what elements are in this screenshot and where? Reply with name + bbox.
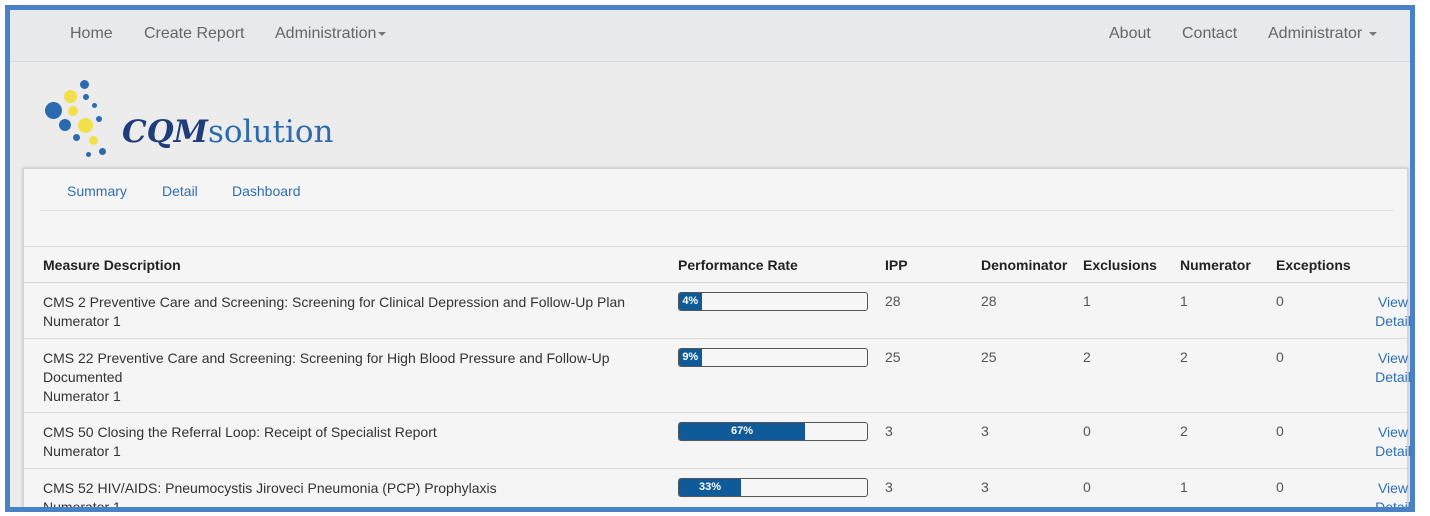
view-detail-link[interactable]: View Detail — [1373, 479, 1411, 512]
performance-rate-label: 9% — [682, 351, 699, 363]
view-label: View — [1377, 350, 1409, 366]
header-denominator: Denominator — [981, 257, 1068, 273]
view-label: View — [1377, 294, 1409, 310]
performance-rate-bar: 33% — [678, 478, 868, 497]
numerator-label: Numerator 1 — [43, 388, 121, 404]
performance-rate-label: 33% — [699, 481, 722, 493]
nav-about[interactable]: About — [1109, 25, 1151, 43]
exceptions-value: 0 — [1276, 349, 1284, 365]
chevron-down-icon — [378, 31, 387, 36]
performance-rate-label: 67% — [730, 425, 753, 437]
numerator-label: Numerator 1 — [43, 443, 121, 459]
table-row: CMS 2 Preventive Care and Screening: Scr… — [24, 283, 1410, 339]
numerator-label: Numerator 1 — [43, 499, 121, 512]
detail-label: Detail — [1375, 369, 1411, 385]
table-row: CMS 52 HIV/AIDS: Pneumocystis Jiroveci P… — [24, 469, 1410, 512]
numerator-value: 1 — [1180, 479, 1188, 495]
ipp-value: 3 — [885, 479, 893, 495]
detail-label: Detail — [1375, 499, 1411, 512]
header-exclusions: Exclusions — [1083, 257, 1157, 273]
view-detail-link[interactable]: View Detail — [1373, 423, 1411, 461]
header-exceptions: Exceptions — [1276, 257, 1351, 273]
exceptions-value: 0 — [1276, 293, 1284, 309]
header-ipp: IPP — [885, 257, 908, 273]
measure-description: CMS 50 Closing the Referral Loop: Receip… — [43, 423, 653, 461]
denominator-value: 3 — [981, 423, 989, 439]
measure-description: CMS 2 Preventive Care and Screening: Scr… — [43, 293, 653, 331]
tab-detail[interactable]: Detail — [162, 183, 198, 199]
ipp-value: 25 — [885, 349, 901, 365]
report-tabs: Summary Detail Dashboard — [24, 169, 1407, 211]
tab-dashboard[interactable]: Dashboard — [232, 183, 301, 199]
logo-cqm: CQM — [122, 114, 208, 150]
numerator-value: 2 — [1180, 423, 1188, 439]
nav-administration-label: Administration — [275, 25, 377, 42]
measure-description: CMS 52 HIV/AIDS: Pneumocystis Jiroveci P… — [43, 479, 653, 512]
exclusions-value: 0 — [1083, 479, 1091, 495]
nav-administration[interactable]: Administration — [275, 25, 387, 43]
header-performance-rate: Performance Rate — [678, 257, 798, 273]
denominator-value: 28 — [981, 293, 997, 309]
app-window: Home Create Report Administration About … — [5, 5, 1415, 512]
view-label: View — [1377, 480, 1409, 496]
measure-description-text: CMS 2 Preventive Care and Screening: Scr… — [43, 294, 626, 310]
numerator-value: 2 — [1180, 349, 1188, 365]
view-label: View — [1377, 424, 1409, 440]
table-row: CMS 50 Closing the Referral Loop: Receip… — [24, 413, 1410, 469]
performance-rate-bar: 4% — [678, 292, 868, 311]
exceptions-value: 0 — [1276, 423, 1284, 439]
ipp-value: 28 — [885, 293, 901, 309]
numerator-value: 1 — [1180, 293, 1188, 309]
exclusions-value: 1 — [1083, 293, 1091, 309]
detail-label: Detail — [1375, 443, 1411, 459]
tabs-divider — [40, 210, 1393, 211]
performance-rate-label: 4% — [682, 295, 699, 307]
nav-home[interactable]: Home — [70, 25, 113, 43]
exclusions-value: 2 — [1083, 349, 1091, 365]
measure-description: CMS 22 Preventive Care and Screening: Sc… — [43, 349, 653, 406]
top-navbar: Home Create Report Administration About … — [10, 10, 1410, 62]
report-panel: Summary Detail Dashboard Measure Descrip… — [23, 168, 1410, 512]
view-detail-link[interactable]: View Detail — [1373, 293, 1411, 331]
denominator-value: 3 — [981, 479, 989, 495]
nav-user-label: Administrator — [1268, 25, 1363, 42]
exceptions-value: 0 — [1276, 479, 1284, 495]
table-row: CMS 22 Preventive Care and Screening: Sc… — [24, 339, 1410, 413]
measure-description-text: CMS 50 Closing the Referral Loop: Receip… — [43, 424, 437, 440]
logo-wordmark: CQMsolution — [122, 114, 333, 150]
ipp-value: 3 — [885, 423, 893, 439]
detail-label: Detail — [1375, 313, 1411, 329]
header-measure-description: Measure Description — [43, 257, 181, 273]
logo-solution: solution — [208, 114, 334, 150]
denominator-value: 25 — [981, 349, 997, 365]
measure-description-text: CMS 52 HIV/AIDS: Pneumocystis Jiroveci P… — [43, 480, 497, 496]
chevron-down-icon — [1368, 31, 1377, 36]
nav-create-report[interactable]: Create Report — [144, 25, 245, 43]
numerator-label: Numerator 1 — [43, 313, 121, 329]
nav-user-menu[interactable]: Administrator — [1268, 25, 1377, 43]
exclusions-value: 0 — [1083, 423, 1091, 439]
header-numerator: Numerator — [1180, 257, 1251, 273]
performance-rate-bar: 9% — [678, 348, 868, 367]
performance-rate-bar: 67% — [678, 422, 868, 441]
tab-summary[interactable]: Summary — [67, 183, 127, 199]
table-top-border — [24, 246, 1407, 247]
view-detail-link[interactable]: View Detail — [1373, 349, 1411, 387]
measure-description-text: CMS 22 Preventive Care and Screening: Sc… — [43, 350, 610, 385]
cqmsolution-logo[interactable]: CQMsolution — [40, 72, 333, 172]
nav-contact[interactable]: Contact — [1182, 25, 1237, 43]
